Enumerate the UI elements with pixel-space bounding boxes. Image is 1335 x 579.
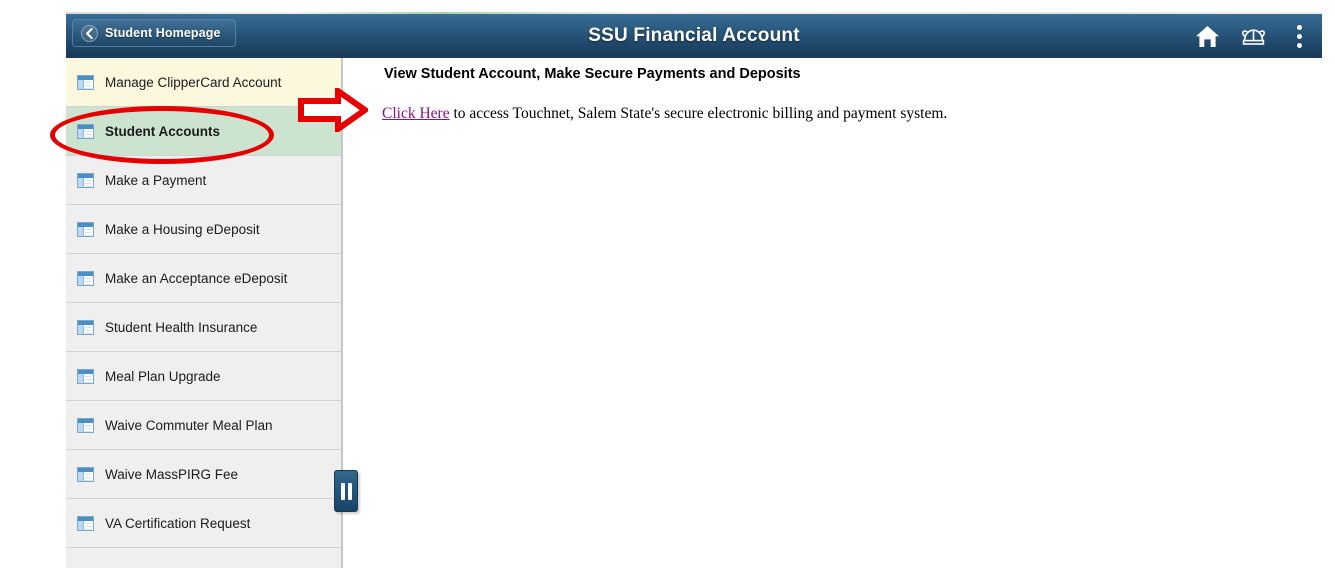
tile-icon [77,368,94,384]
navbar-compass-icon[interactable] [1240,23,1266,49]
home-icon[interactable] [1194,23,1220,49]
app-page: Student Homepage SSU Financial Account M… [0,0,1335,579]
tile-icon [77,74,94,90]
sidebar-item-label: Manage ClipperCard Account [105,74,282,90]
sidebar-item-student-accounts[interactable]: Student Accounts [66,107,341,156]
sidebar-item-make-a-housing-edeposit[interactable]: Make a Housing eDeposit [66,205,341,254]
content-paragraph: Click Here to access Touchnet, Salem Sta… [382,105,947,123]
sidebar-item-label: Make a Housing eDeposit [105,221,260,237]
sidebar-item-make-an-acceptance-edeposit[interactable]: Make an Acceptance eDeposit [66,254,341,303]
sidebar-item-label: Student Accounts [105,123,221,139]
sidebar-item-label: Waive MassPIRG Fee [105,466,239,482]
back-to-student-homepage-button[interactable]: Student Homepage [72,19,236,47]
tile-icon [77,172,94,188]
tile-icon [77,319,94,335]
sidebar-nav: Manage ClipperCard Account Student Accou… [66,58,343,568]
sidebar-item-manage-clippercard-account[interactable]: Manage ClipperCard Account [66,58,341,107]
sidebar-item-va-certification-request[interactable]: VA Certification Request [66,499,341,548]
page-title: SSU Financial Account [588,25,800,46]
sidebar-item-label: Make an Acceptance eDeposit [105,270,288,286]
content-heading: View Student Account, Make Secure Paymen… [384,66,801,82]
sidebar-item-label: Meal Plan Upgrade [105,368,221,384]
tile-icon [77,221,94,237]
sidebar-item-label: VA Certification Request [105,515,251,531]
back-button-label: Student Homepage [105,26,221,40]
sidebar-item-make-a-payment[interactable]: Make a Payment [66,156,341,205]
actions-kebab-icon[interactable] [1286,23,1312,49]
tile-icon [77,466,94,482]
sidebar-item-waive-masspirg-fee[interactable]: Waive MassPIRG Fee [66,450,341,499]
tile-icon [77,515,94,531]
tile-icon [77,123,94,139]
sidebar-item-waive-commuter-meal-plan[interactable]: Waive Commuter Meal Plan [66,401,341,450]
sidebar-item-meal-plan-upgrade[interactable]: Meal Plan Upgrade [66,352,341,401]
sidebar-item-partial[interactable] [66,548,341,568]
collapse-sidebar-handle[interactable] [334,470,358,512]
content-body-text: to access Touchnet, Salem State's secure… [449,105,948,122]
sidebar-item-label: Student Health Insurance [105,319,258,335]
sidebar-item-label: Waive Commuter Meal Plan [105,417,273,433]
work-area: Manage ClipperCard Account Student Accou… [66,58,1322,579]
header-actions [1194,14,1312,58]
chevron-left-icon [81,24,98,42]
kebab-dots [1296,24,1302,48]
sidebar-item-student-health-insurance[interactable]: Student Health Insurance [66,303,341,352]
click-here-link[interactable]: Click Here [382,105,450,122]
tile-icon [77,417,94,433]
main-content: View Student Account, Make Secure Paymen… [345,58,1322,579]
app-header: Student Homepage SSU Financial Account [66,14,1322,58]
sidebar-item-label: Make a Payment [105,172,207,188]
tile-icon [77,270,94,286]
